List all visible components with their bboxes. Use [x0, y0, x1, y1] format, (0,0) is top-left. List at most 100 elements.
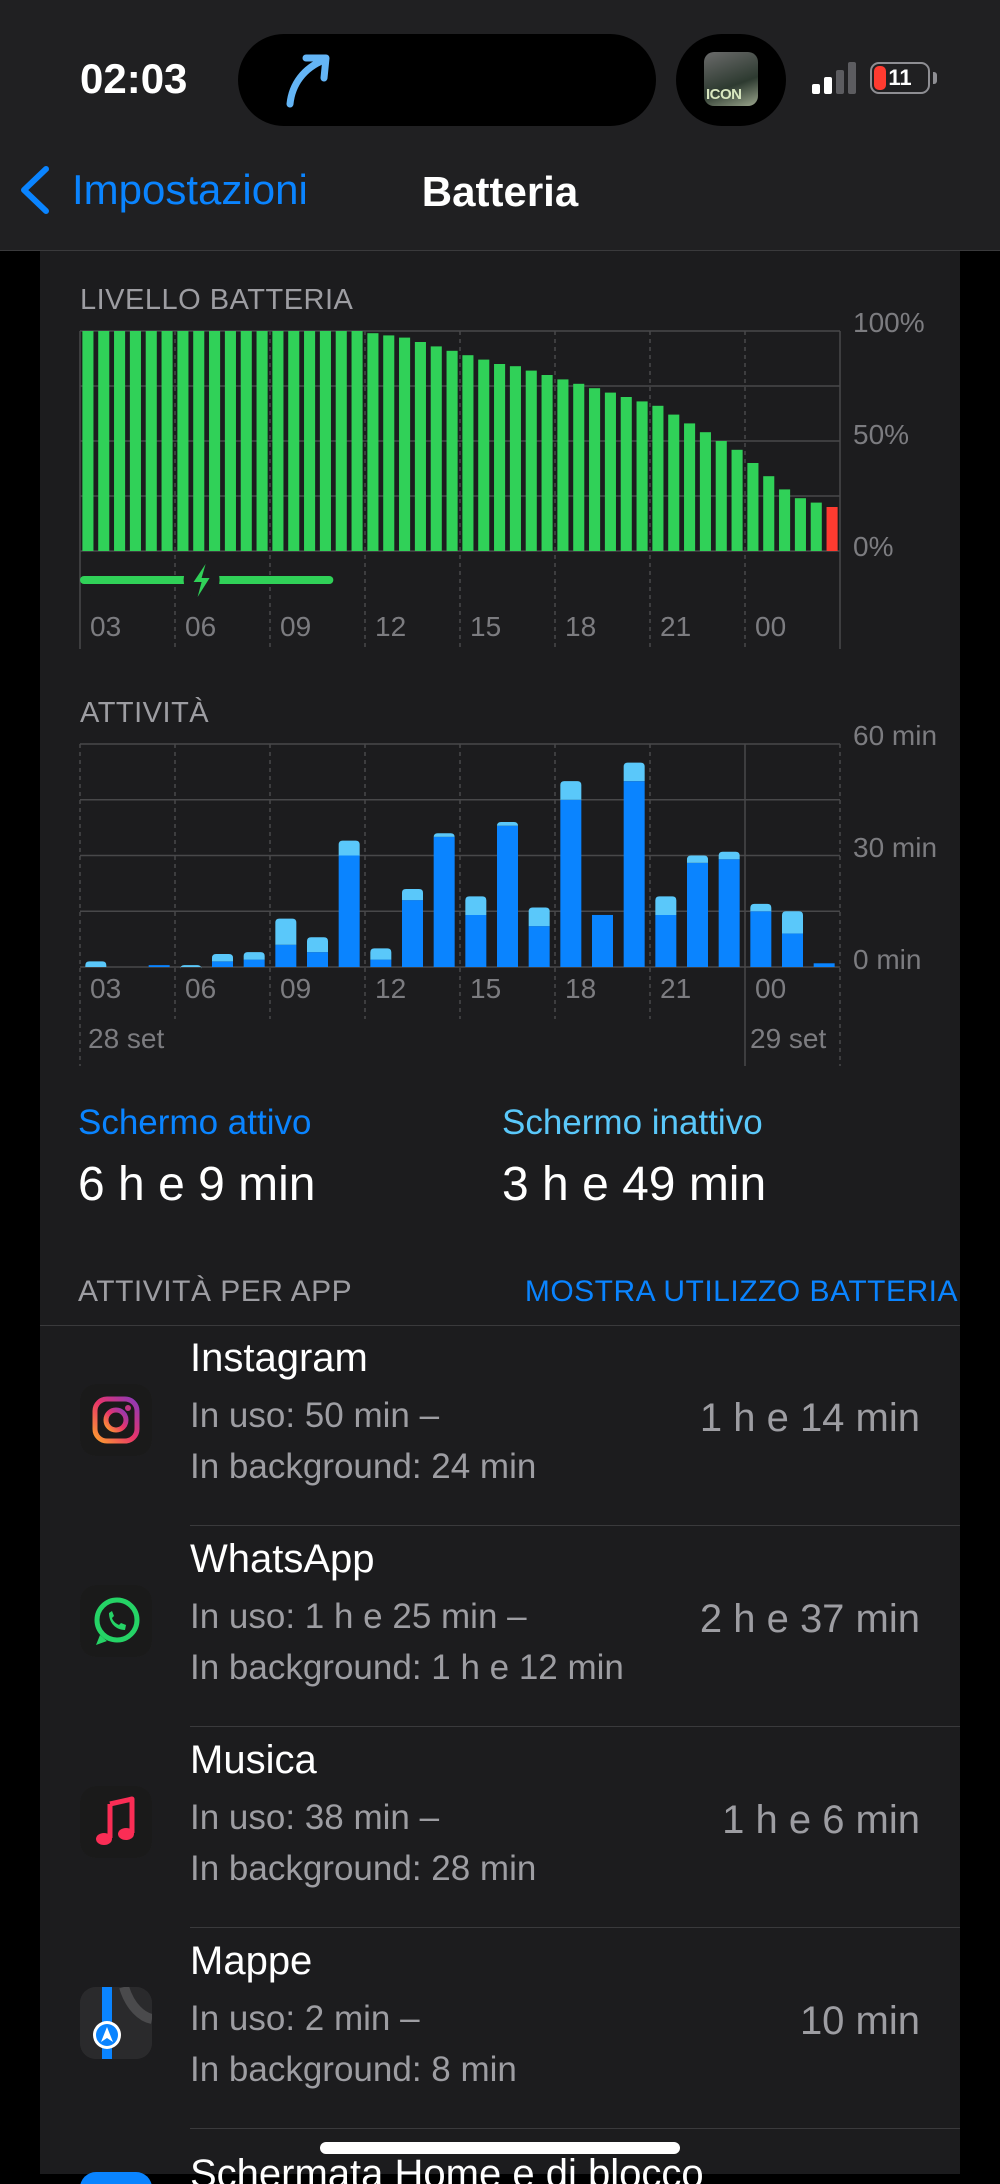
screen-off-value: 3 h e 49 min — [502, 1158, 767, 1211]
app-activity-header: ATTIVITÀ PER APP MOSTRA UTILIZZO BATTERI… — [78, 1275, 958, 1319]
activity-bar-screen-off — [370, 948, 392, 960]
screen-on-stat: Schermo attivo 6 h e 9 min — [78, 1103, 315, 1212]
activity-bar-screen-off — [307, 937, 328, 953]
battery-icon: 11 — [870, 62, 930, 94]
app-row-musica[interactable]: Musica In uso: 38 min – In background: 2… — [40, 1728, 960, 1928]
app-background-time: In background: 28 min — [190, 1849, 537, 1888]
activity-bar-screen-on — [560, 799, 582, 967]
activity-bar-screen-on — [718, 859, 740, 967]
now-playing-island[interactable]: ICON — [676, 34, 786, 126]
activity-bar-screen-on — [592, 914, 613, 967]
app-name: Musica — [190, 1738, 317, 1782]
app-name: WhatsApp — [190, 1537, 375, 1581]
screen-on-label: Schermo attivo — [78, 1103, 312, 1142]
app-row-home-lock[interactable]: Schermata Home e di blocco — [40, 2124, 960, 2184]
app-background-time: In background: 8 min — [190, 2050, 517, 2089]
app-name: Schermata Home e di blocco — [190, 2152, 704, 2184]
activity-bar-screen-off — [782, 911, 803, 934]
app-foreground-time: In uso: 38 min – — [190, 1798, 440, 1837]
maps-icon — [80, 1987, 152, 2059]
activity-bar-screen-off — [275, 918, 297, 945]
app-row-instagram[interactable]: Instagram In uso: 50 min – In background… — [40, 1326, 960, 1526]
date-label-left: 28 set — [88, 1023, 164, 1054]
activity-bar-screen-on — [402, 900, 423, 967]
status-time: 02:03 — [80, 55, 188, 102]
activity-bar-screen-on — [528, 926, 550, 967]
app-total-time: 1 h e 14 min — [699, 1396, 920, 1440]
activity-bar-screen-off — [465, 896, 487, 915]
activity-bar-screen-on — [370, 959, 392, 967]
activity-bar-screen-off — [85, 961, 107, 967]
activity-bar-screen-on — [212, 961, 233, 967]
home-indicator[interactable] — [320, 2142, 680, 2154]
activity-bar-screen-on — [338, 855, 360, 967]
app-activity-title: ATTIVITÀ PER APP — [78, 1275, 353, 1308]
battery-level: 11 — [888, 65, 912, 90]
app-foreground-time: In uso: 1 h e 25 min – — [190, 1597, 527, 1636]
app-row-whatsapp[interactable]: WhatsApp In uso: 1 h e 25 min – In backg… — [40, 1527, 960, 1727]
activity-bar-screen-on — [148, 965, 170, 967]
activity-bar-screen-off — [623, 762, 645, 782]
navigation-header: 02:03 ICON 11 Impostazioni Batteria — [0, 0, 1000, 251]
activity-bar-screen-on — [655, 914, 677, 967]
screen-off-stat: Schermo inattivo 3 h e 49 min — [502, 1103, 766, 1212]
app-background-time: In background: 24 min — [190, 1447, 537, 1486]
music-icon — [80, 1786, 152, 1858]
app-total-time: 10 min — [799, 1999, 920, 2043]
activity-bar-screen-off — [338, 840, 360, 856]
activity-y-label: 30 min — [853, 832, 937, 863]
battery-card: LIVELLO BATTERIA 100% 50% 0% 03 06 09 12 15 1… — [40, 251, 960, 2174]
activity-bar-screen-off — [560, 781, 582, 800]
divider — [190, 1927, 960, 1928]
activity-bar-screen-on — [687, 862, 708, 967]
activity-x-label: 15 — [470, 973, 501, 1004]
whatsapp-icon — [80, 1585, 152, 1657]
activity-bar-screen-off — [433, 833, 455, 838]
activity-x-label: 06 — [185, 973, 216, 1004]
activity-bar-screen-off — [212, 953, 233, 962]
app-foreground-time: In uso: 2 min – — [190, 1999, 420, 2038]
dynamic-island[interactable] — [238, 34, 656, 126]
activity-bar-screen-off — [655, 896, 677, 915]
page-title: Batteria — [421, 168, 579, 215]
album-art: ICON — [704, 52, 758, 106]
activity-bar-screen-on — [623, 781, 645, 967]
app-total-time: 2 h e 37 min — [699, 1597, 920, 1641]
activity-bar-screen-on — [750, 911, 772, 967]
date-label-right: 29 set — [750, 1023, 826, 1054]
app-total-time: 1 h e 6 min — [722, 1798, 920, 1842]
activity-bar-screen-on — [275, 944, 297, 967]
activity-bar-screen-on — [782, 933, 803, 967]
app-foreground-time: In uso: 50 min – — [190, 1396, 440, 1435]
activity-bar-screen-off — [243, 952, 265, 960]
activity-x-label: 09 — [280, 973, 311, 1004]
app-background-time: In background: 1 h e 12 min — [190, 1648, 624, 1687]
activity-bar-screen-off — [718, 851, 740, 860]
divider — [190, 1525, 960, 1526]
cellular-signal-icon — [812, 62, 856, 94]
activity-y-label: 0 min — [853, 944, 921, 975]
activity-bar-screen-on — [813, 963, 835, 967]
instagram-icon — [80, 1384, 152, 1456]
activity-bar-screen-off — [497, 822, 518, 827]
activity-y-label: 60 min — [853, 720, 937, 751]
activity-bar-screen-on — [497, 825, 518, 967]
screen-off-label: Schermo inattivo — [502, 1103, 763, 1142]
app-name: Instagram — [190, 1336, 368, 1380]
activity-x-label: 18 — [565, 973, 596, 1004]
activity-x-label: 00 — [755, 973, 786, 1004]
activity-bar-screen-on — [243, 959, 265, 967]
activity-x-label: 12 — [375, 973, 406, 1004]
divider — [190, 1726, 960, 1727]
app-row-mappe[interactable]: Mappe In uso: 2 min – In background: 8 m… — [40, 1929, 960, 2129]
activity-chart[interactable]: 60 min 30 min 0 min 03 06 09 12 15 18 21 00 28 … — [40, 251, 960, 1081]
battery-nub — [933, 72, 937, 84]
show-battery-usage-button[interactable]: MOSTRA UTILIZZO BATTERIA — [525, 1275, 958, 1309]
app-name: Mappe — [190, 1939, 313, 1983]
activity-bar-screen-off — [402, 888, 423, 901]
activity-x-label: 21 — [660, 973, 691, 1004]
navigation-arrow-icon — [286, 54, 330, 108]
activity-bar-screen-off — [750, 903, 772, 912]
activity-x-label: 03 — [90, 973, 121, 1004]
activity-bar-screen-off — [687, 855, 708, 863]
